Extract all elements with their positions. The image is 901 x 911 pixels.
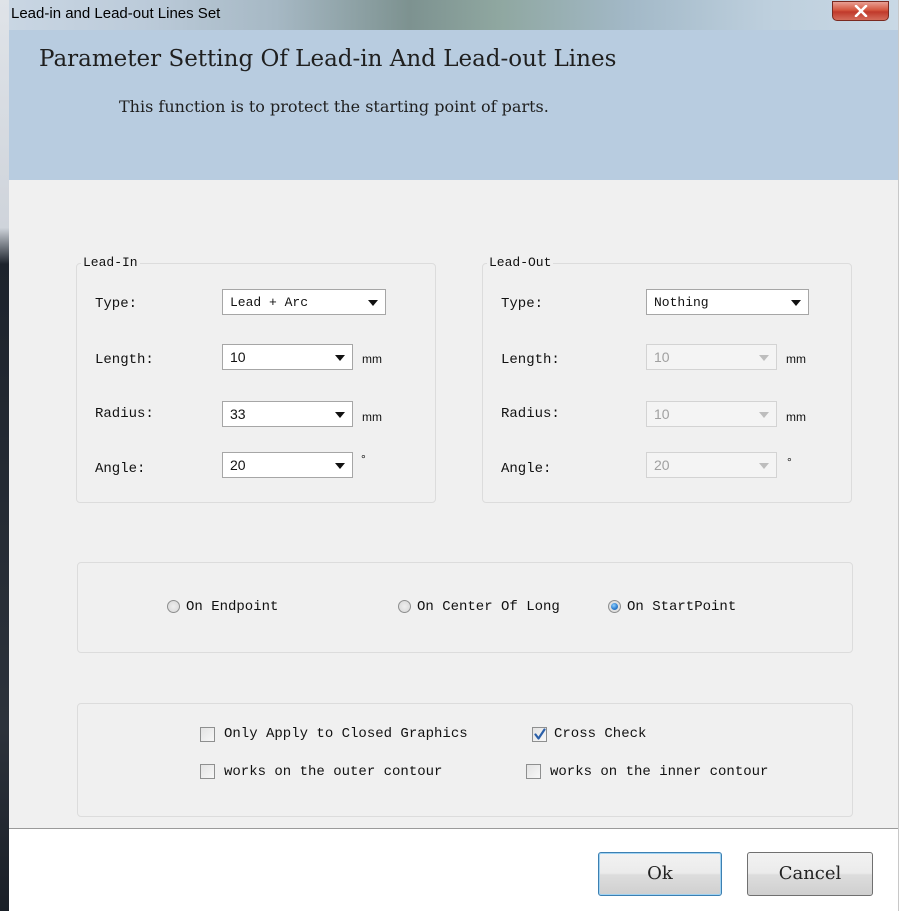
inner-contour-label[interactable]: works on the inner contour: [550, 764, 768, 780]
chevron-down-icon: [759, 355, 769, 361]
dialog-window: Lead-in and Lead-out Lines Set Parameter…: [9, 0, 899, 911]
outer-contour-label[interactable]: works on the outer contour: [224, 764, 442, 780]
lead-in-radius-value: 33: [230, 406, 246, 422]
background-window-edge: [0, 0, 9, 911]
lead-out-length-combo[interactable]: 10: [646, 344, 777, 370]
lead-in-angle-combo[interactable]: 20: [222, 452, 353, 478]
chevron-down-icon: [335, 412, 345, 418]
chevron-down-icon: [368, 300, 378, 306]
lead-out-radius-unit: mm: [786, 410, 806, 424]
lead-out-angle-combo[interactable]: 20: [646, 452, 777, 478]
window-title: Lead-in and Lead-out Lines Set: [11, 5, 221, 22]
lead-out-length-value: 10: [654, 349, 670, 365]
chevron-down-icon: [335, 355, 345, 361]
lead-out-type-label: Type:: [501, 296, 544, 312]
lead-in-angle-label: Angle:: [95, 461, 146, 477]
lead-in-legend: Lead-In: [81, 255, 140, 270]
lead-in-radius-unit: mm: [362, 410, 382, 424]
lead-in-length-value: 10: [230, 349, 246, 365]
lead-in-length-unit: mm: [362, 352, 382, 366]
close-icon: [854, 5, 868, 17]
chevron-down-icon: [759, 463, 769, 469]
inner-contour-checkbox[interactable]: [526, 764, 541, 779]
lead-in-length-label: Length:: [95, 352, 154, 368]
lead-in-angle-value: 20: [230, 457, 246, 473]
dialog-heading: Parameter Setting Of Lead-in And Lead-ou…: [39, 46, 617, 72]
close-button[interactable]: [832, 1, 889, 21]
only-closed-checkbox[interactable]: [200, 727, 215, 742]
checkmark-icon: [534, 728, 546, 740]
lead-in-radius-label: Radius:: [95, 406, 154, 422]
outer-contour-checkbox[interactable]: [200, 764, 215, 779]
lead-in-type-label: Type:: [95, 296, 138, 312]
cross-check-label[interactable]: Cross Check: [554, 726, 646, 742]
only-closed-label[interactable]: Only Apply to Closed Graphics: [224, 726, 468, 742]
lead-out-type-select[interactable]: Nothing: [646, 289, 809, 315]
chevron-down-icon: [335, 463, 345, 469]
screen: Lead-in and Lead-out Lines Set Parameter…: [0, 0, 901, 911]
dialog-subheading: This function is to protect the starting…: [119, 97, 549, 116]
lead-out-radius-combo[interactable]: 10: [646, 401, 777, 427]
lead-out-type-value: Nothing: [654, 295, 709, 310]
title-bar[interactable]: Lead-in and Lead-out Lines Set: [9, 0, 898, 30]
lead-in-type-select[interactable]: Lead + Arc: [222, 289, 386, 315]
lead-in-radius-combo[interactable]: 33: [222, 401, 353, 427]
radio-on-startpoint[interactable]: [608, 600, 621, 613]
chevron-down-icon: [791, 300, 801, 306]
lead-out-angle-label: Angle:: [501, 461, 552, 477]
radio-on-endpoint[interactable]: [167, 600, 180, 613]
cross-check-checkbox[interactable]: [532, 727, 547, 742]
radio-on-startpoint-label[interactable]: On StartPoint: [627, 599, 736, 615]
lead-out-radius-label: Radius:: [501, 406, 560, 422]
lead-out-angle-value: 20: [654, 457, 670, 473]
cancel-button[interactable]: Cancel: [747, 852, 873, 896]
lead-in-angle-unit: °: [361, 452, 366, 466]
lead-in-length-combo[interactable]: 10: [222, 344, 353, 370]
lead-out-legend: Lead-Out: [487, 255, 554, 270]
ok-button[interactable]: Ok: [598, 852, 722, 896]
lead-out-radius-value: 10: [654, 406, 670, 422]
options-group: [77, 703, 853, 817]
lead-out-length-unit: mm: [786, 352, 806, 366]
radio-on-center-of-long-label[interactable]: On Center Of Long: [417, 599, 560, 615]
radio-on-center-of-long[interactable]: [398, 600, 411, 613]
lead-out-angle-unit: °: [787, 455, 792, 469]
radio-on-endpoint-label[interactable]: On Endpoint: [186, 599, 278, 615]
lead-out-length-label: Length:: [501, 352, 560, 368]
lead-in-type-value: Lead + Arc: [230, 295, 309, 310]
chevron-down-icon: [759, 412, 769, 418]
